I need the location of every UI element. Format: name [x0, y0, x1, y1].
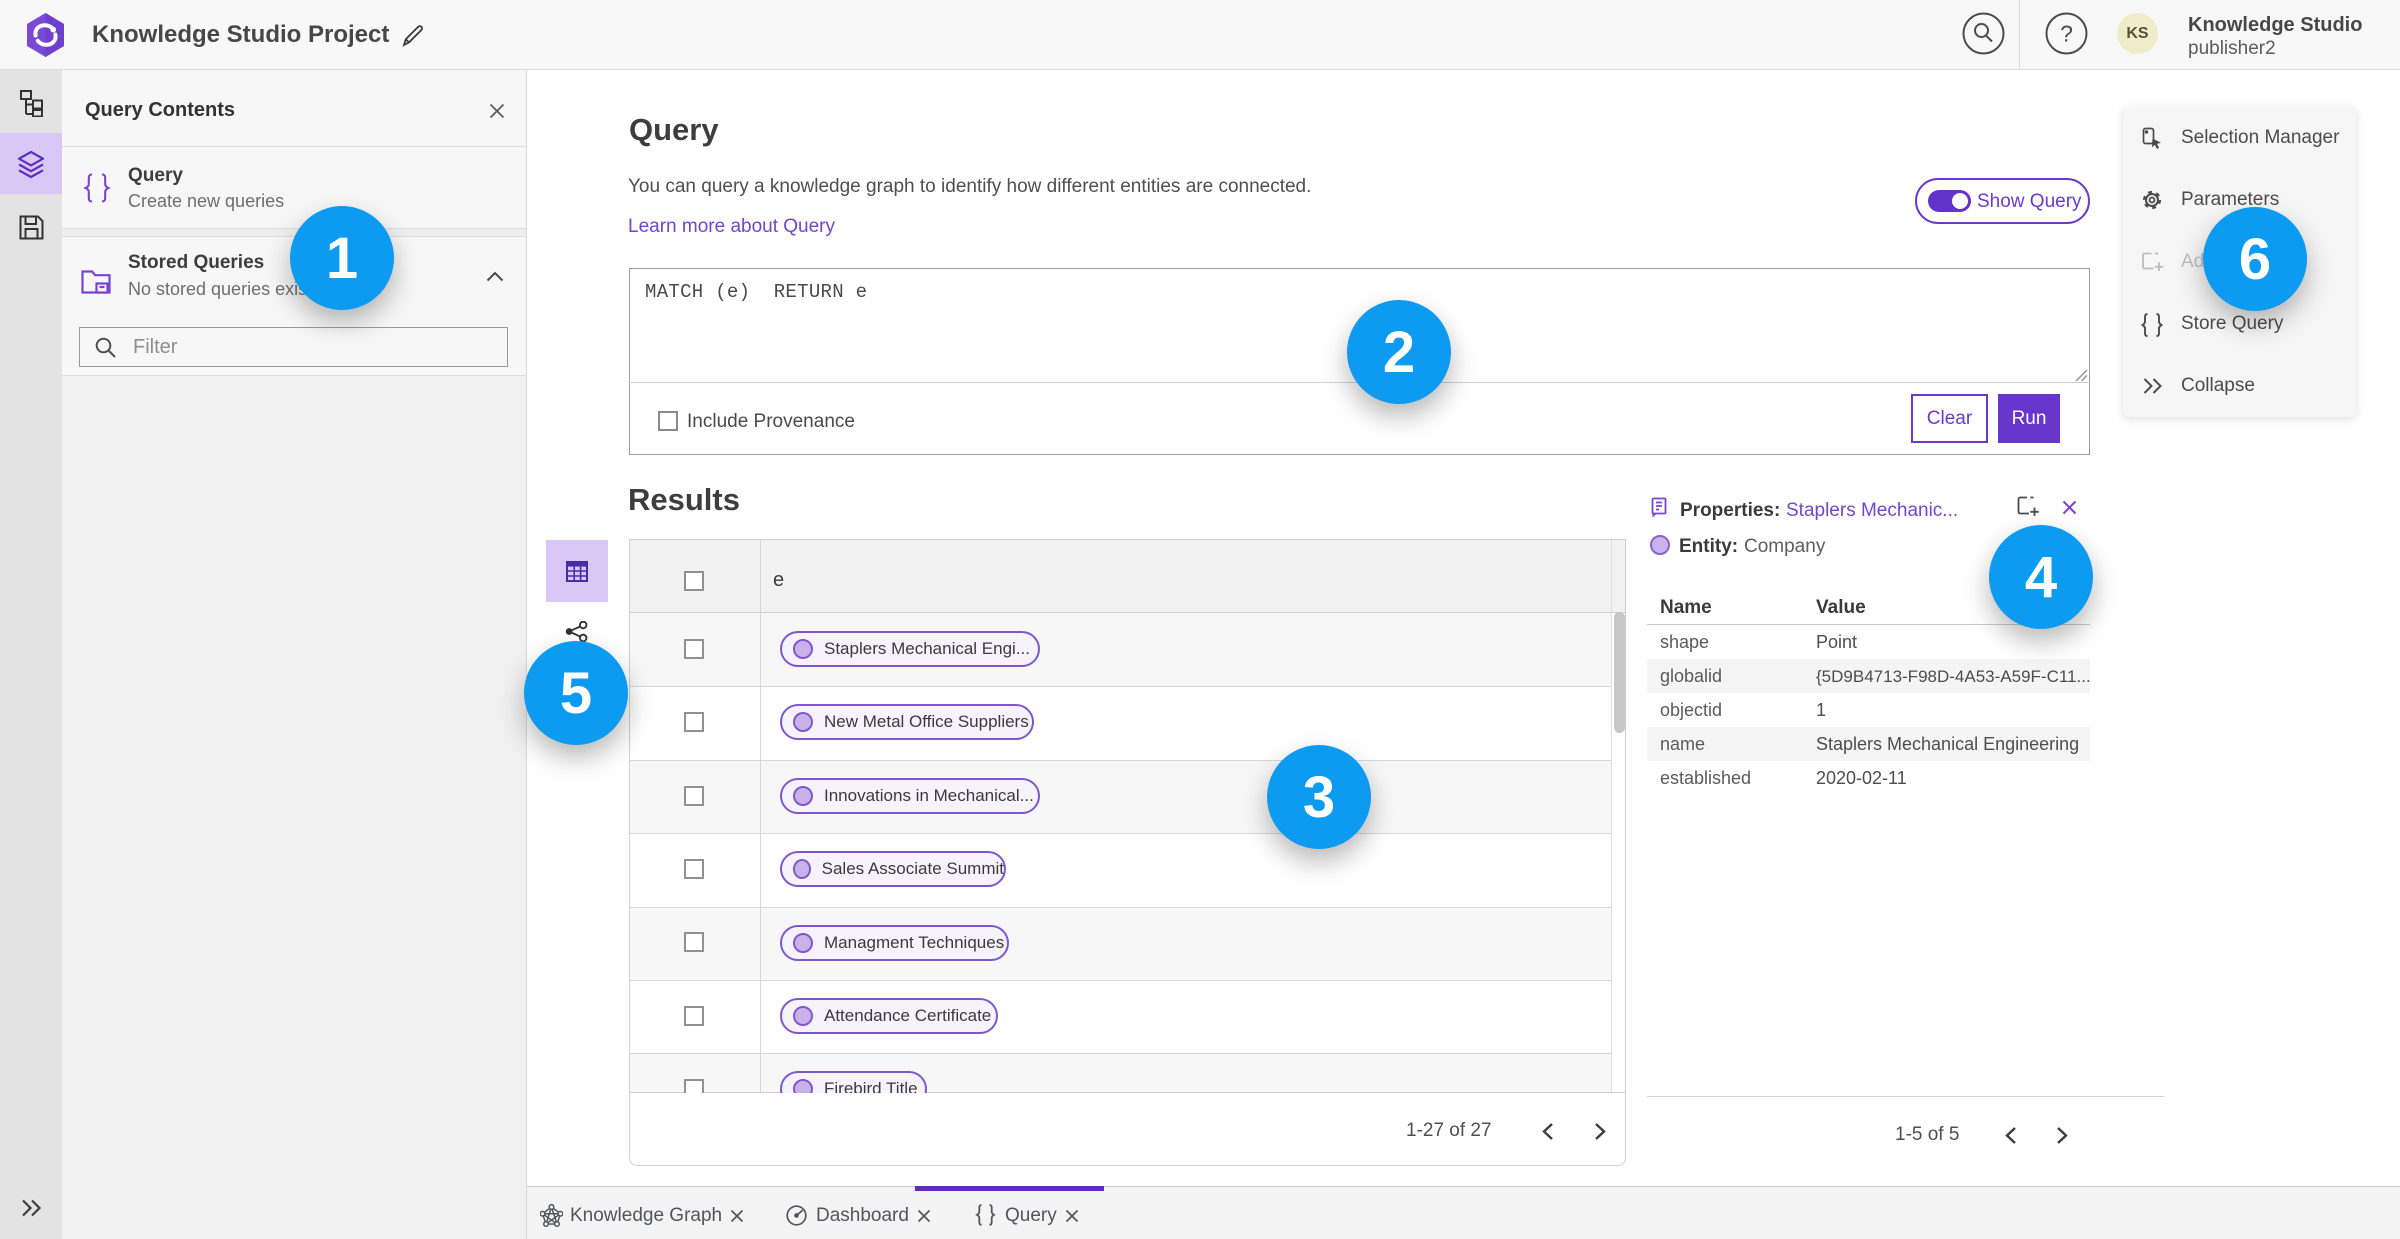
svg-text:?: ? — [2060, 21, 2073, 47]
